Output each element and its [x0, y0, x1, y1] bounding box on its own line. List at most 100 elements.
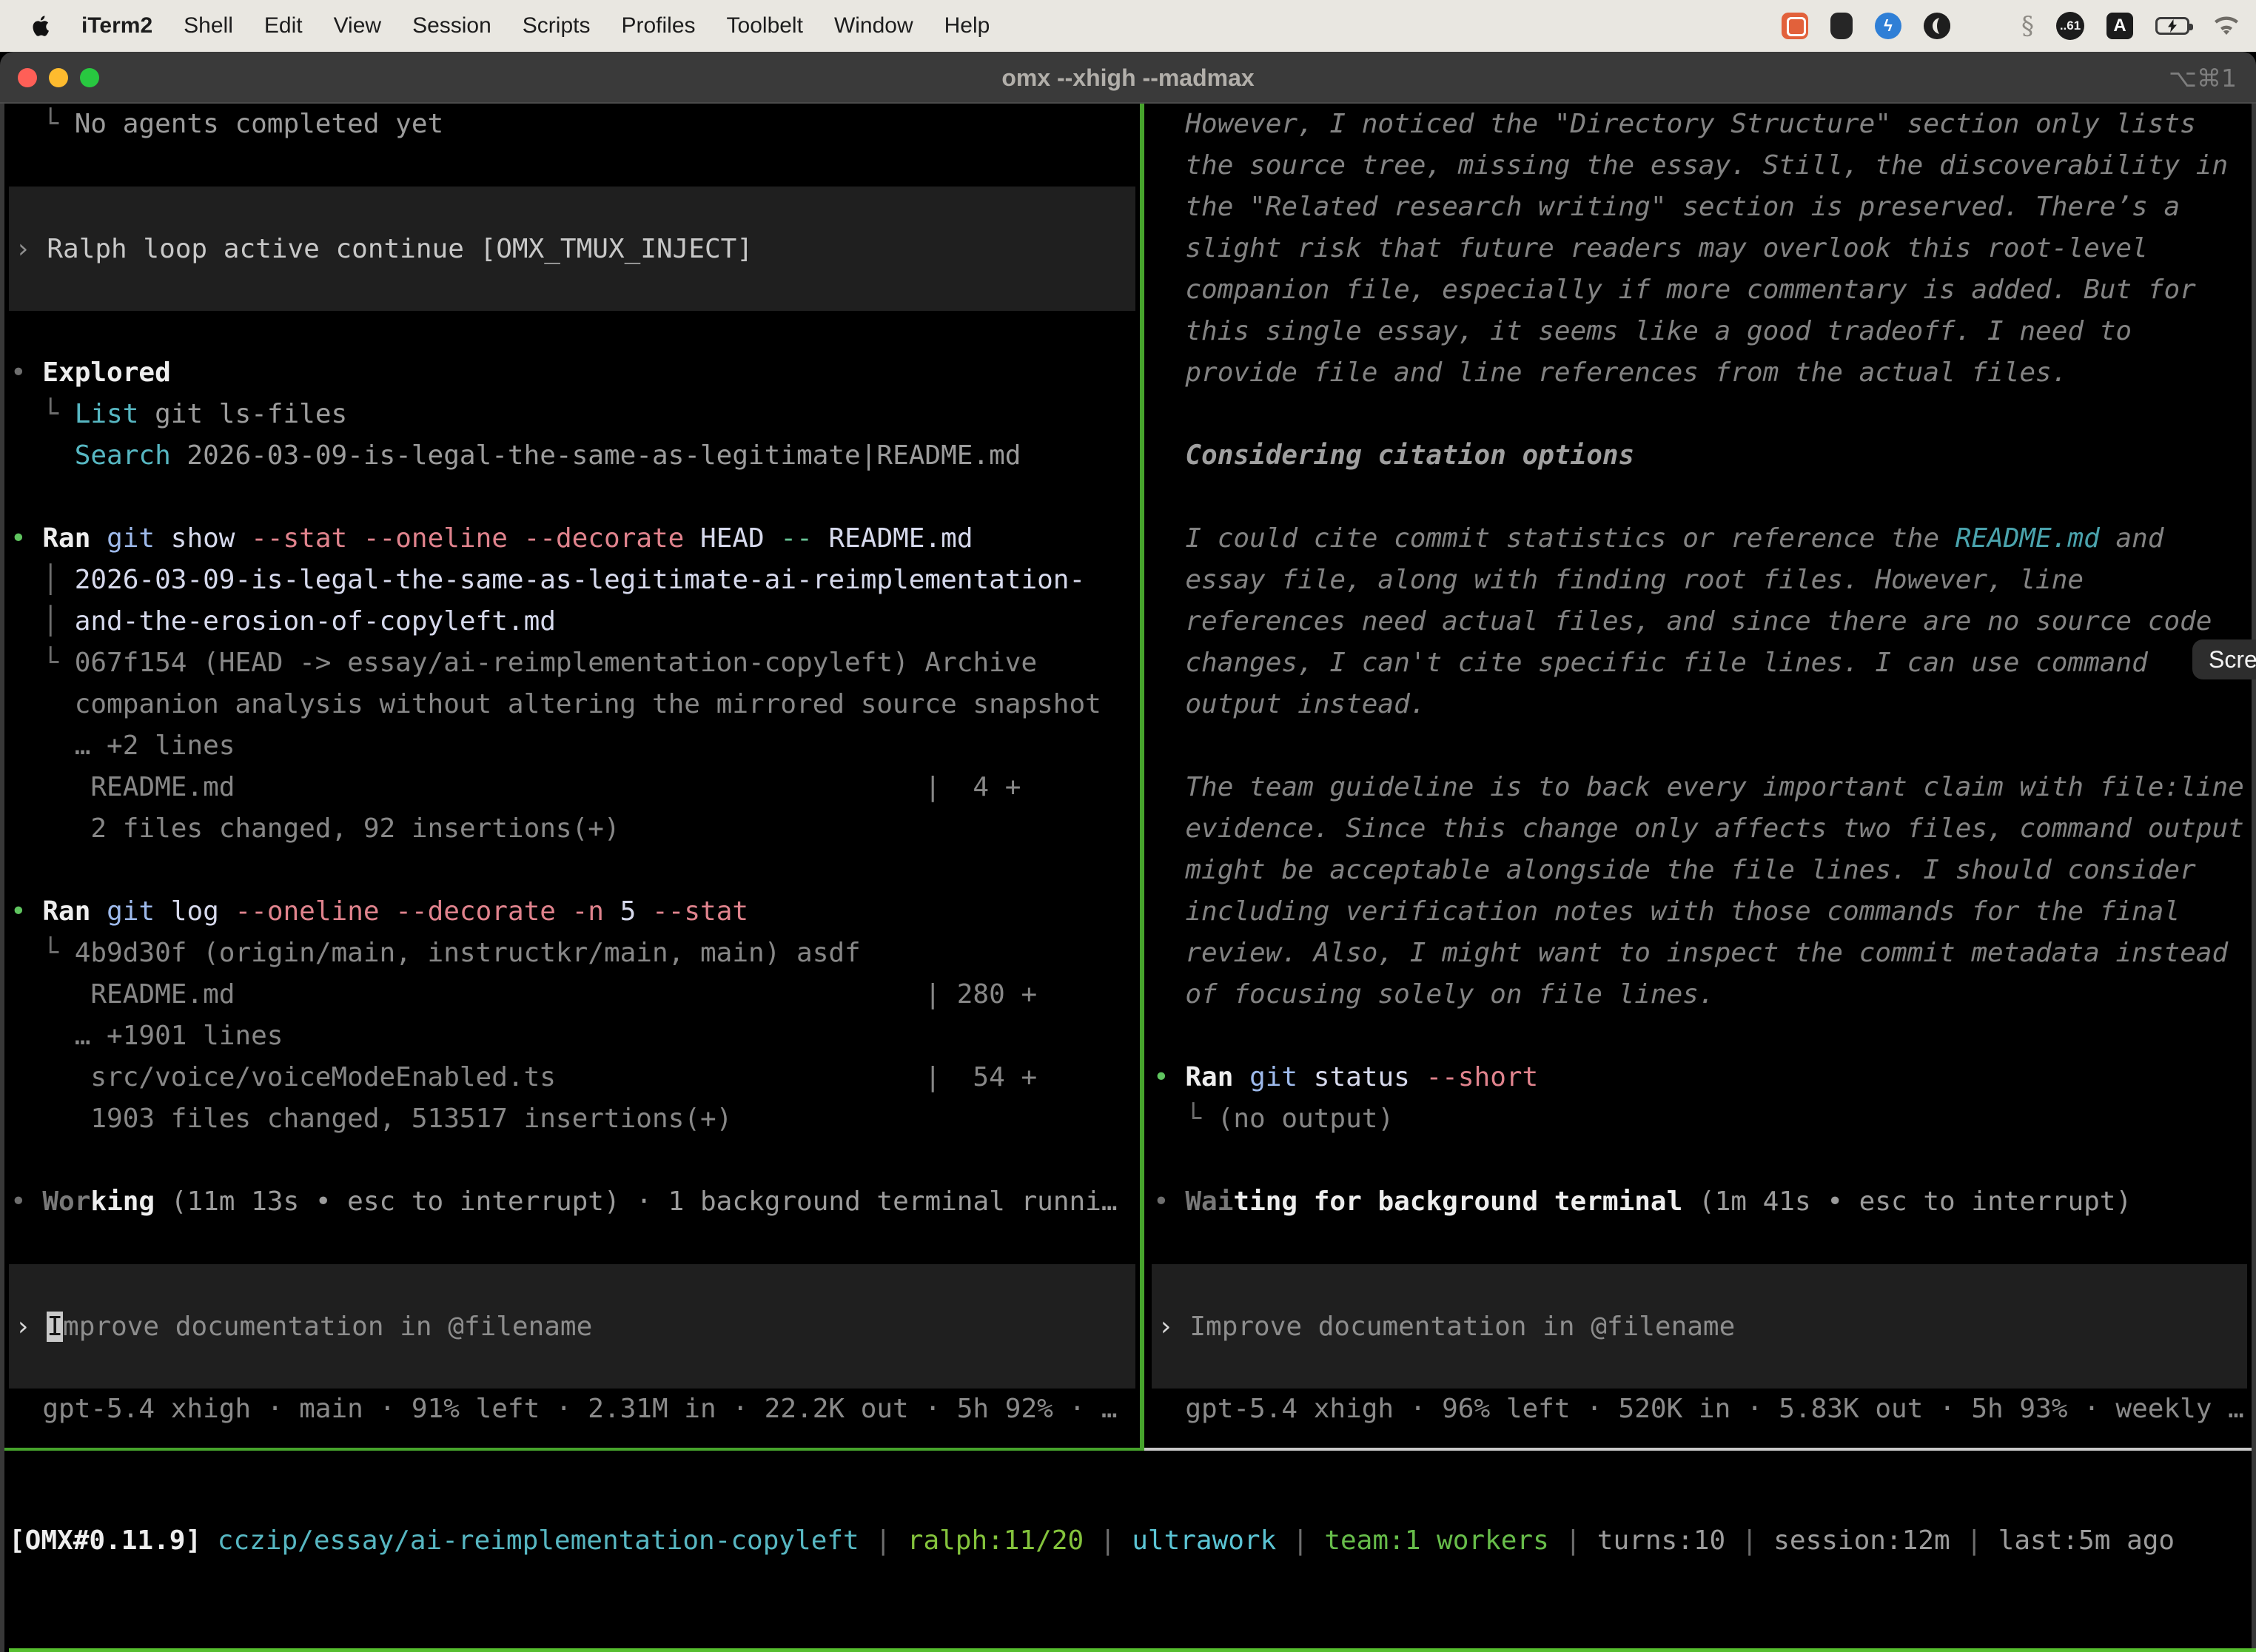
terminal-text-segment	[90, 896, 107, 927]
battery-charging-icon[interactable]	[2155, 17, 2189, 35]
screen: iTerm2 Shell Edit View Session Scripts P…	[0, 0, 2256, 1652]
terminal-text-segment: |	[1950, 1525, 1998, 1556]
terminal-text-segment: --stat --oneline --decorate	[251, 523, 684, 554]
terminal-line: However, I noticed the "Directory Struct…	[1153, 104, 2252, 145]
terminal-text-segment: gpt-5.4 xhigh · 96% left · 520K in · 5.8…	[1153, 1394, 2244, 1424]
blue-badge-icon[interactable]: ϟ	[1875, 13, 1901, 39]
terminal-text-segment: and-the-erosion-of-copyleft.md	[75, 606, 556, 637]
terminal-text-segment: references need actual files, and since …	[1153, 606, 2212, 637]
terminal-text-segment: Considering citation options	[1153, 440, 1634, 471]
terminal-line: of focusing solely on file lines.	[1153, 974, 2252, 1015]
terminal-text-segment: (no output)	[1218, 1104, 1394, 1134]
menu-item-edit[interactable]: Edit	[264, 13, 303, 38]
input-source-icon[interactable]: A	[2106, 13, 2133, 39]
terminal-text-segment: Improve documentation in @filename	[1189, 1312, 1735, 1342]
moon-pie-icon[interactable]	[1924, 13, 1950, 39]
window-title-bar: omx --xhigh --madmax ⌥⌘1	[0, 52, 2256, 104]
tmux-host-clock: "MacBook-Pro-44.local" 04:52 31-Mar-26	[1639, 1648, 2249, 1652]
terminal-text-segment: |	[859, 1525, 907, 1556]
menu-item-scripts[interactable]: Scripts	[523, 13, 591, 38]
messages-icon[interactable]	[1782, 13, 1808, 39]
terminal-text-segment: companion analysis without altering the …	[10, 689, 1101, 719]
terminal-line	[10, 477, 1140, 518]
terminal-line: 2 files changed, 92 insertions(+)	[10, 808, 1140, 850]
terminal-line: review. Also, I might want to inspect th…	[1153, 933, 2252, 974]
terminal-pane-left[interactable]: └ No agents completed yet › Ralph loop ac…	[4, 104, 1140, 1448]
terminal-text-segment: |	[1725, 1525, 1773, 1556]
terminal-text-segment: turns:10	[1597, 1525, 1725, 1556]
terminal-text-segment: Wai	[1185, 1186, 1233, 1217]
terminal-text-segment: last:5m ago	[1998, 1525, 2175, 1556]
dots-grid-icon[interactable]	[1973, 13, 1999, 39]
terminal-text-segment: Ran	[42, 896, 90, 927]
terminal-line: • Ran git show --stat --oneline --decora…	[10, 518, 1140, 560]
apple-menu-icon[interactable]	[33, 14, 52, 38]
terminal-line: • Ran git log --oneline --decorate -n 5 …	[10, 891, 1140, 933]
terminal-text-segment: and	[2100, 523, 2164, 554]
terminal-text-segment: I could cite commit statistics or refere…	[1153, 523, 1955, 554]
terminal-text-segment: •	[10, 523, 42, 554]
terminal-line	[1153, 1015, 2252, 1057]
terminal-text-segment: src/voice/voiceModeEnabled.ts | 54 +	[10, 1062, 1037, 1092]
menu-item-profiles[interactable]: Profiles	[621, 13, 695, 38]
window-title: omx --xhigh --madmax	[0, 52, 2256, 104]
terminal-text-segment: cczip/essay/ai-reimplementation-copyleft	[218, 1525, 859, 1556]
terminal-line: including verification notes with those …	[1153, 891, 2252, 933]
terminal-text-segment: might be acceptable alongside the file l…	[1153, 855, 2196, 885]
terminal-text-segment: provide file and line references from th…	[1153, 357, 2067, 388]
terminal-text-segment: ralph:11/20	[907, 1525, 1084, 1556]
menu-item-help[interactable]: Help	[944, 13, 990, 38]
prompt-input-box[interactable]: › Ralph loop active continue [OMX_TMUX_I…	[9, 187, 1135, 311]
terminal-text-segment: └	[10, 648, 75, 678]
terminal-text-segment: However, I noticed the "Directory Struct…	[1153, 109, 2196, 139]
terminal-text-segment: output instead.	[1153, 689, 1426, 719]
terminal-text-segment: --stat	[652, 896, 748, 927]
timer-badge-icon[interactable]: ..61	[2056, 12, 2084, 40]
terminal-text-segment: No agents completed yet	[75, 109, 444, 139]
terminal-text-segment: 2026-03-09-is-legal-the-same-as-legitima…	[171, 440, 1021, 471]
terminal-text-segment: 067f154 (HEAD -> essay/ai-reimplementati…	[75, 648, 1037, 678]
terminal-text-segment: The team guideline is to back every impo…	[1153, 772, 2244, 802]
wifi-icon[interactable]	[2212, 15, 2241, 37]
terminal-text-segment: team:1 workers	[1324, 1525, 1548, 1556]
prompt-input-box[interactable]: › Improve documentation in @filename	[9, 1264, 1135, 1389]
menu-item-window[interactable]: Window	[834, 13, 913, 38]
terminal-line: └ No agents completed yet	[10, 104, 1140, 145]
terminal-text-segment: ultrawork	[1132, 1525, 1276, 1556]
terminal-text-segment: mprove documentation in @filename	[63, 1312, 592, 1342]
terminal-text-segment: |	[1549, 1525, 1597, 1556]
prompt-input-box[interactable]: › Improve documentation in @filename	[1152, 1264, 2247, 1389]
iterm2-window: omx --xhigh --madmax ⌥⌘1 └ No agents com…	[0, 52, 2256, 1652]
terminal-text-segment: git	[107, 896, 155, 927]
terminal-text-segment: Search	[75, 440, 171, 471]
terminal-text-segment: •	[1153, 1186, 1185, 1217]
terminal-text-segment: (1m 41s • esc to interrupt)	[1682, 1186, 2132, 1217]
terminal-line: • Explored	[10, 352, 1140, 394]
menu-item-shell[interactable]: Shell	[184, 13, 233, 38]
terminal-line: └ 067f154 (HEAD -> essay/ai-reimplementa…	[10, 642, 1140, 684]
terminal-line: src/voice/voiceModeEnabled.ts | 54 +	[10, 1057, 1140, 1098]
terminal-text-segment: README.md	[813, 523, 973, 554]
terminal-line: • Working (11m 13s • esc to interrupt) ·…	[10, 1181, 1140, 1223]
terminal-text-segment: 2 files changed, 92 insertions(+)	[10, 813, 620, 844]
terminal-line: The team guideline is to back every impo…	[1153, 767, 2252, 808]
terminal-text-segment: |	[1084, 1525, 1132, 1556]
keypad-shield-icon[interactable]	[1830, 13, 1853, 39]
omx-status-line: [OMX#0.11.9] cczip/essay/ai-reimplementa…	[9, 1520, 2252, 1562]
terminal-line	[10, 1140, 1140, 1181]
terminal-text-segment: changes, I can't cite specific file line…	[1153, 648, 2148, 678]
terminal-text-segment: └	[10, 938, 75, 968]
menu-item-toolbelt[interactable]: Toolbelt	[727, 13, 803, 38]
tmux-session-window[interactable]: [omx-cczip0:bash*	[15, 1648, 287, 1652]
terminal-text-segment: king	[90, 1186, 155, 1217]
hook-icon[interactable]: §	[2021, 11, 2034, 41]
menu-item-session[interactable]: Session	[412, 13, 491, 38]
terminal-line: provide file and line references from th…	[1153, 352, 2252, 394]
terminal-pane-right[interactable]: However, I noticed the "Directory Struct…	[1144, 104, 2252, 1448]
terminal-text-segment: └	[10, 109, 75, 139]
terminal-text-segment: 4b9d30f (origin/main, instructkr/main, m…	[75, 938, 861, 968]
terminal-text-segment: ting for background terminal	[1233, 1186, 1682, 1217]
terminal-line	[1153, 1140, 2252, 1181]
menu-item-view[interactable]: View	[334, 13, 381, 38]
menu-item-iterm2[interactable]: iTerm2	[81, 13, 152, 38]
